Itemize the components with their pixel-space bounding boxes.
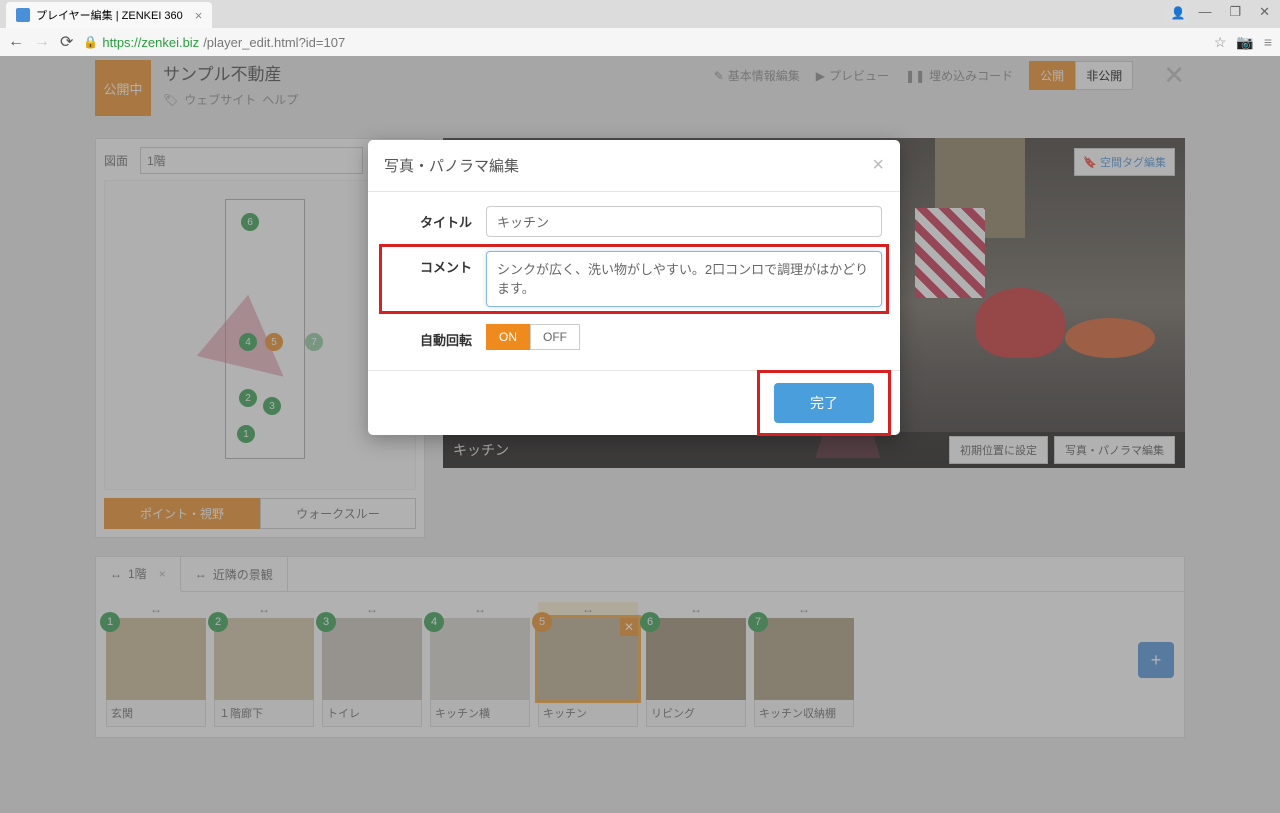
- window-controls: — ❐ ✕: [1198, 4, 1270, 20]
- autorotate-on-button[interactable]: ON: [486, 324, 530, 350]
- minimize-icon[interactable]: —: [1198, 4, 1211, 20]
- modal-close-icon[interactable]: ×: [872, 154, 884, 177]
- modal-title: 写真・パノラマ編集: [384, 155, 519, 176]
- comment-highlight: コメント: [379, 244, 889, 314]
- menu-icon[interactable]: ≡: [1264, 34, 1272, 51]
- profile-icon[interactable]: 👤: [1166, 2, 1190, 24]
- title-input[interactable]: [486, 206, 882, 237]
- favicon-icon: [16, 8, 30, 22]
- back-icon[interactable]: ←: [8, 33, 24, 51]
- comment-label: コメント: [386, 251, 486, 276]
- forward-icon: →: [34, 33, 50, 51]
- done-highlight: 完了: [757, 370, 891, 436]
- edit-panorama-modal: 写真・パノラマ編集 × タイトル コメント 自動回転 ON OFF: [368, 140, 900, 435]
- window-close-icon[interactable]: ✕: [1259, 4, 1270, 20]
- browser-tab[interactable]: プレイヤー編集 | ZENKEI 360 ×: [6, 2, 212, 28]
- tab-bar: プレイヤー編集 | ZENKEI 360 × 👤 — ❐ ✕: [0, 0, 1280, 28]
- star-icon[interactable]: ☆: [1214, 34, 1227, 51]
- lock-icon: 🔒: [83, 35, 98, 49]
- url-bar[interactable]: 🔒 https://zenkei.biz/player_edit.html?id…: [83, 35, 1203, 50]
- url-path: /player_edit.html?id=107: [203, 35, 345, 50]
- nav-bar: ← → ⟳ 🔒 https://zenkei.biz/player_edit.h…: [0, 28, 1280, 56]
- autorotate-off-button[interactable]: OFF: [530, 324, 580, 350]
- browser-chrome: プレイヤー編集 | ZENKEI 360 × 👤 — ❐ ✕ ← → ⟳ 🔒 h…: [0, 0, 1280, 56]
- title-label: タイトル: [386, 206, 486, 231]
- done-button[interactable]: 完了: [774, 383, 874, 423]
- page: 公開中 サンプル不動産 🏷 ウェブサイト ヘルプ ✎ 基本情報編集 ▶ プレビュ…: [0, 56, 1280, 813]
- tab-title: プレイヤー編集 | ZENKEI 360: [36, 7, 183, 23]
- autorotate-label: 自動回転: [386, 324, 486, 349]
- maximize-icon[interactable]: ❐: [1229, 4, 1241, 20]
- reload-icon[interactable]: ⟳: [60, 32, 73, 52]
- camera-icon[interactable]: 📷: [1236, 34, 1253, 51]
- comment-textarea[interactable]: [486, 251, 882, 307]
- url-host: https://zenkei.biz: [102, 35, 199, 50]
- tab-close-icon[interactable]: ×: [195, 8, 203, 23]
